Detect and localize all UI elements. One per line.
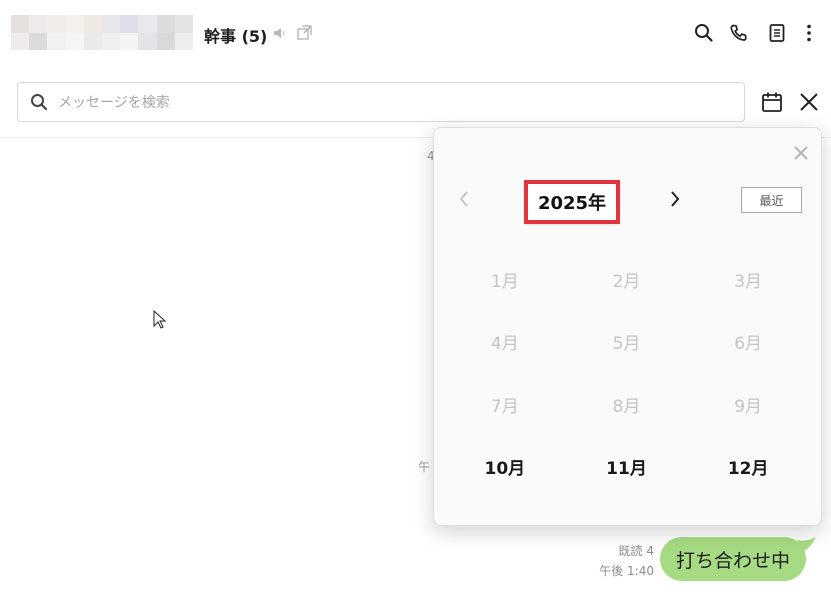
message-bubble[interactable]: 打ち合わせ中 <box>660 537 806 581</box>
month-cell: 3月 <box>734 271 763 292</box>
search-icon <box>695 24 713 42</box>
phone-icon <box>730 24 747 41</box>
call-button[interactable] <box>728 22 750 44</box>
chat-title: 幹事 (5) <box>204 27 268 46</box>
mute-icon <box>274 28 285 38</box>
group-avatar[interactable] <box>11 15 193 50</box>
month-cell[interactable]: 11月 <box>566 436 688 499</box>
more-icon <box>807 24 811 42</box>
month-cell: 8月 <box>612 396 641 417</box>
month-cell: 9月 <box>734 396 763 417</box>
search-button[interactable] <box>693 22 715 44</box>
search-field[interactable] <box>17 82 745 122</box>
chat-header: 幹事 (5) <box>0 0 831 68</box>
search-input[interactable] <box>58 92 718 114</box>
notes-icon <box>769 24 785 42</box>
month-cell: 6月 <box>734 334 763 355</box>
close-icon[interactable] <box>792 144 810 162</box>
next-year-icon[interactable] <box>667 188 683 210</box>
background-text-fragment: 午 <box>418 460 431 474</box>
more-button[interactable] <box>798 22 820 44</box>
month-cell: 7月 <box>490 396 519 417</box>
month-cell: 5月 <box>612 334 641 355</box>
date-picker-popup: 2025年 最近 1月 2月 3月 4月 5月 6月 7月 8月 9月 10月 … <box>433 127 822 526</box>
month-cell: 1月 <box>490 271 519 292</box>
year-selector[interactable]: 2025年 <box>524 180 620 224</box>
month-cell[interactable]: 10月 <box>444 436 566 499</box>
popout-icon[interactable] <box>296 24 313 41</box>
message-meta: 既読 4 午後 1:40 <box>599 541 654 581</box>
recent-button[interactable]: 最近 <box>741 187 802 213</box>
month-cell: 4月 <box>490 334 519 355</box>
month-grid: 1月 2月 3月 4月 5月 6月 7月 8月 9月 10月 11月 12月 <box>444 248 809 498</box>
close-icon[interactable] <box>797 90 821 114</box>
mouse-cursor-icon <box>153 310 167 329</box>
month-cell[interactable]: 12月 <box>687 436 809 499</box>
calendar-icon[interactable] <box>760 90 784 114</box>
notes-button[interactable] <box>766 22 788 44</box>
month-cell: 2月 <box>612 271 641 292</box>
message-time: 午後 1:40 <box>599 564 654 578</box>
search-icon <box>31 94 48 111</box>
read-status: 既読 4 <box>618 544 654 558</box>
previous-year-icon[interactable] <box>456 188 472 210</box>
